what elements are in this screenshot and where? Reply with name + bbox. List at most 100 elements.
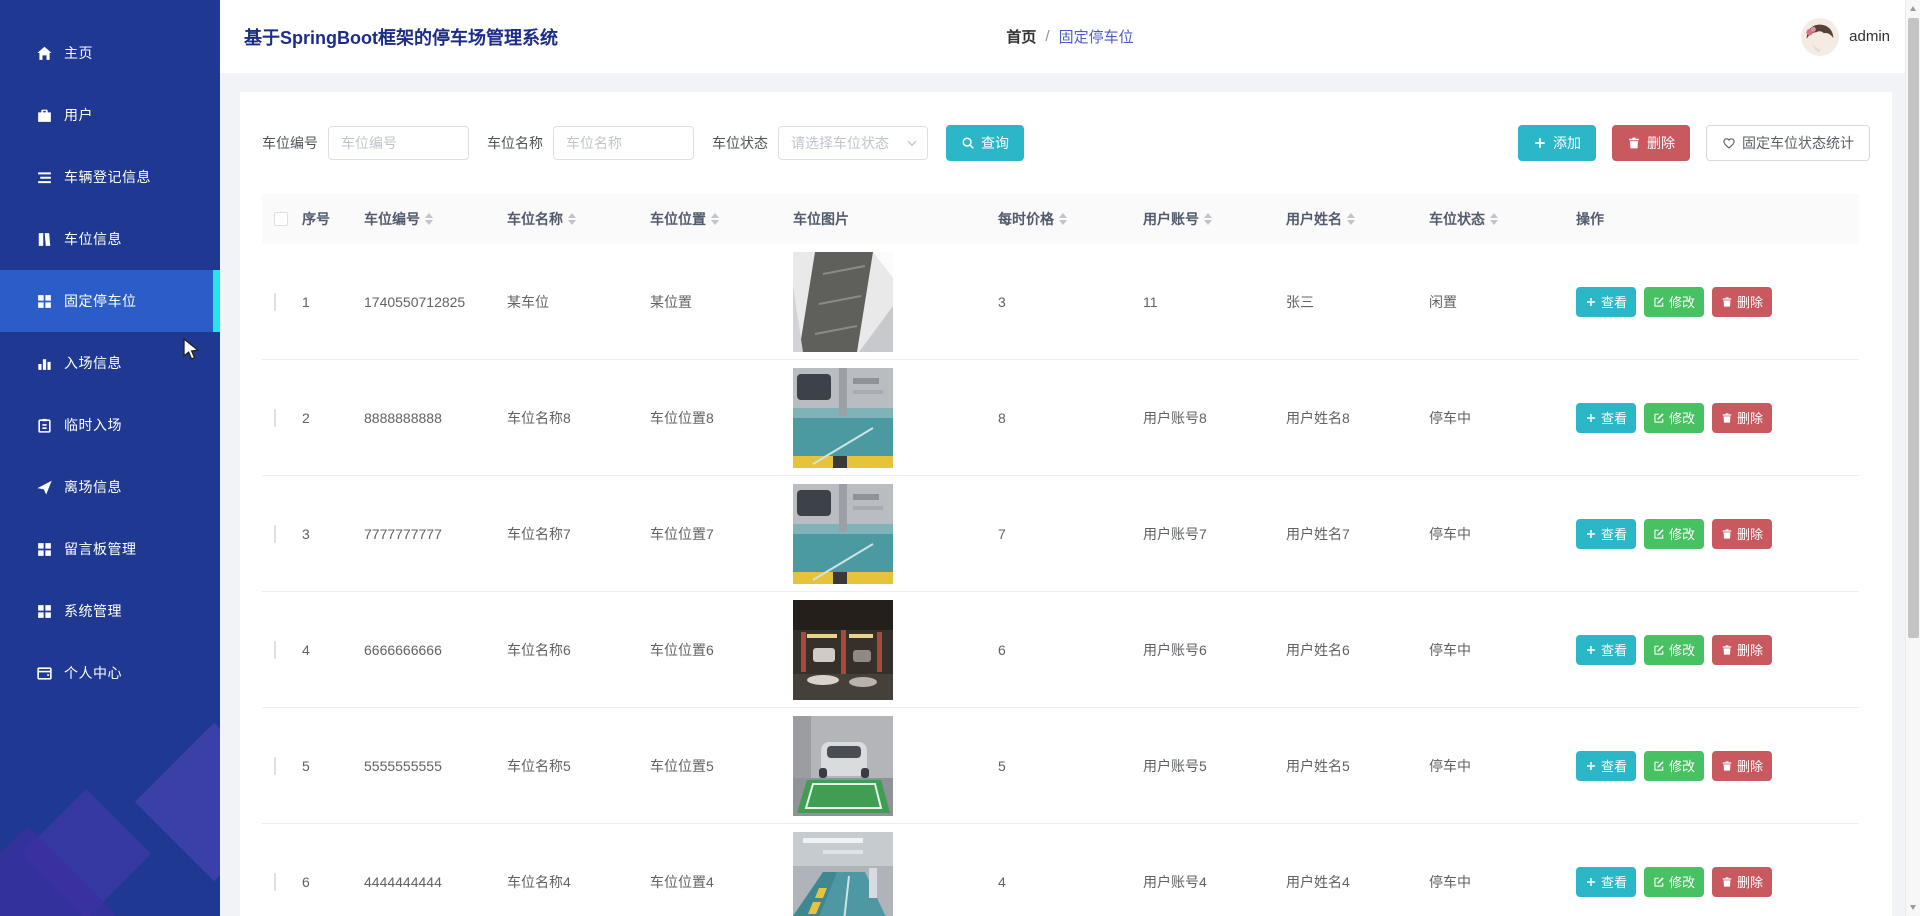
search-icon xyxy=(961,136,975,150)
row-checkbox[interactable] xyxy=(274,641,276,659)
edit-button[interactable]: 修改 xyxy=(1644,287,1704,317)
cell-actions: 查看修改删除 xyxy=(1576,867,1859,897)
view-button[interactable]: 查看 xyxy=(1576,635,1636,665)
cell-checkbox xyxy=(262,642,302,658)
sidebar-item-label: 用户 xyxy=(64,105,93,125)
user-menu[interactable]: admin xyxy=(1801,18,1890,56)
filter-input-space-code[interactable] xyxy=(328,126,469,160)
scrollbar-thumb[interactable] xyxy=(1908,18,1919,638)
select-placeholder: 请选择车位状态 xyxy=(791,133,889,153)
parking-photo[interactable] xyxy=(793,368,893,468)
plus-icon xyxy=(1585,528,1597,540)
bar-chart-icon xyxy=(36,355,53,372)
column-header[interactable]: 车位编号 xyxy=(364,209,507,229)
column-header[interactable]: 每时价格 xyxy=(998,209,1143,229)
select-all-checkbox[interactable] xyxy=(274,212,288,226)
view-button[interactable]: 查看 xyxy=(1576,867,1636,897)
scrollbar-up-arrow[interactable] xyxy=(1910,6,1916,11)
sidebar-item-users[interactable]: 用户 xyxy=(0,84,220,146)
cell-actions: 查看修改删除 xyxy=(1576,519,1859,549)
view-button[interactable]: 查看 xyxy=(1576,287,1636,317)
sidebar: 主页用户车辆登记信息车位信息固定停车位入场信息临时入场离场信息留言板管理系统管理… xyxy=(0,0,220,916)
list-icon xyxy=(36,169,53,186)
table-row: 11740550712825某车位某位置311张三闲置查看修改删除 xyxy=(262,244,1859,360)
row-checkbox[interactable] xyxy=(274,525,276,543)
sidebar-item-message-board[interactable]: 留言板管理 xyxy=(0,518,220,580)
scrollbar[interactable] xyxy=(1905,0,1920,916)
sidebar-item-exit-info[interactable]: 离场信息 xyxy=(0,456,220,518)
status-stats-button[interactable]: 固定车位状态统计 xyxy=(1706,125,1870,161)
sort-icon[interactable] xyxy=(1204,213,1212,225)
sidebar-item-label: 系统管理 xyxy=(64,601,122,621)
view-button[interactable]: 查看 xyxy=(1576,403,1636,433)
edit-button[interactable]: 修改 xyxy=(1644,403,1704,433)
sidebar-item-home[interactable]: 主页 xyxy=(0,22,220,84)
parking-photo[interactable] xyxy=(793,252,893,352)
edit-button[interactable]: 修改 xyxy=(1644,751,1704,781)
row-delete-button[interactable]: 删除 xyxy=(1712,403,1772,433)
sidebar-item-profile[interactable]: 个人中心 xyxy=(0,642,220,704)
row-delete-button[interactable]: 删除 xyxy=(1712,751,1772,781)
search-button[interactable]: 查询 xyxy=(946,125,1024,161)
sidebar-item-temp-entry[interactable]: 临时入场 xyxy=(0,394,220,456)
filter-label: 车位编号 xyxy=(262,133,318,153)
row-checkbox[interactable] xyxy=(274,409,276,427)
sidebar-item-system-manage[interactable]: 系统管理 xyxy=(0,580,220,642)
sort-icon[interactable] xyxy=(1347,213,1355,225)
row-checkbox[interactable] xyxy=(274,293,276,311)
edit-button[interactable]: 修改 xyxy=(1644,867,1704,897)
parking-photo[interactable] xyxy=(793,484,893,584)
edit-button[interactable]: 修改 xyxy=(1644,635,1704,665)
view-button[interactable]: 查看 xyxy=(1576,519,1636,549)
row-checkbox[interactable] xyxy=(274,873,276,891)
column-header[interactable]: 车位状态 xyxy=(1429,209,1576,229)
sort-icon[interactable] xyxy=(425,213,433,225)
row-delete-button[interactable]: 删除 xyxy=(1712,519,1772,549)
row-checkbox[interactable] xyxy=(274,757,276,775)
parking-photo[interactable] xyxy=(793,716,893,816)
column-header[interactable]: 用户姓名 xyxy=(1286,209,1429,229)
trash-icon xyxy=(1721,876,1733,888)
delete-button[interactable]: 删除 xyxy=(1612,125,1690,161)
add-button[interactable]: 添加 xyxy=(1518,125,1596,161)
edit-icon xyxy=(1653,528,1665,540)
main-area: 基于SpringBoot框架的停车场管理系统 首页 / 固定停车位 admin … xyxy=(220,0,1920,916)
trash-icon xyxy=(1721,528,1733,540)
row-delete-button[interactable]: 删除 xyxy=(1712,867,1772,897)
sidebar-item-fixed-parking[interactable]: 固定停车位 xyxy=(0,270,220,332)
avatar[interactable] xyxy=(1801,18,1839,56)
content-card: 车位编号车位名称车位状态请选择车位状态 查询 添加 删除 xyxy=(240,92,1892,916)
parking-photo[interactable] xyxy=(793,832,893,916)
row-delete-button[interactable]: 删除 xyxy=(1712,635,1772,665)
edit-button[interactable]: 修改 xyxy=(1644,519,1704,549)
cell-seq: 2 xyxy=(302,410,364,426)
caret-down-icon xyxy=(905,136,919,150)
scrollbar-down-arrow[interactable] xyxy=(1910,905,1916,910)
filter-select-space-status[interactable]: 请选择车位状态 xyxy=(778,126,928,160)
sort-icon[interactable] xyxy=(1490,213,1498,225)
edit-icon xyxy=(1653,876,1665,888)
sort-icon[interactable] xyxy=(1059,213,1067,225)
sidebar-item-parking-info[interactable]: 车位信息 xyxy=(0,208,220,270)
cell-space-status: 闲置 xyxy=(1429,292,1576,312)
sidebar-item-vehicle-registration[interactable]: 车辆登记信息 xyxy=(0,146,220,208)
row-delete-button[interactable]: 删除 xyxy=(1712,287,1772,317)
breadcrumb-home[interactable]: 首页 xyxy=(1006,26,1036,47)
parking-photo[interactable] xyxy=(793,600,893,700)
column-header[interactable]: 车位位置 xyxy=(650,209,793,229)
filter-input-space-name[interactable] xyxy=(553,126,694,160)
column-header[interactable]: 车位名称 xyxy=(507,209,650,229)
table-row: 28888888888车位名称8车位位置88用户账号8用户姓名8停车中查看修改删… xyxy=(262,360,1859,476)
cell-user-name: 用户姓名6 xyxy=(1286,640,1429,660)
column-header: 序号 xyxy=(302,209,364,229)
sort-icon[interactable] xyxy=(568,213,576,225)
cell-user-account: 用户账号6 xyxy=(1143,640,1286,660)
cell-hourly-price: 5 xyxy=(998,758,1143,774)
breadcrumb-current: 固定停车位 xyxy=(1059,26,1134,47)
sort-icon[interactable] xyxy=(711,213,719,225)
view-button-label: 查看 xyxy=(1601,872,1627,891)
sidebar-item-entry-info[interactable]: 入场信息 xyxy=(0,332,220,394)
view-button[interactable]: 查看 xyxy=(1576,751,1636,781)
column-header-label: 用户姓名 xyxy=(1286,209,1342,229)
column-header[interactable]: 用户账号 xyxy=(1143,209,1286,229)
